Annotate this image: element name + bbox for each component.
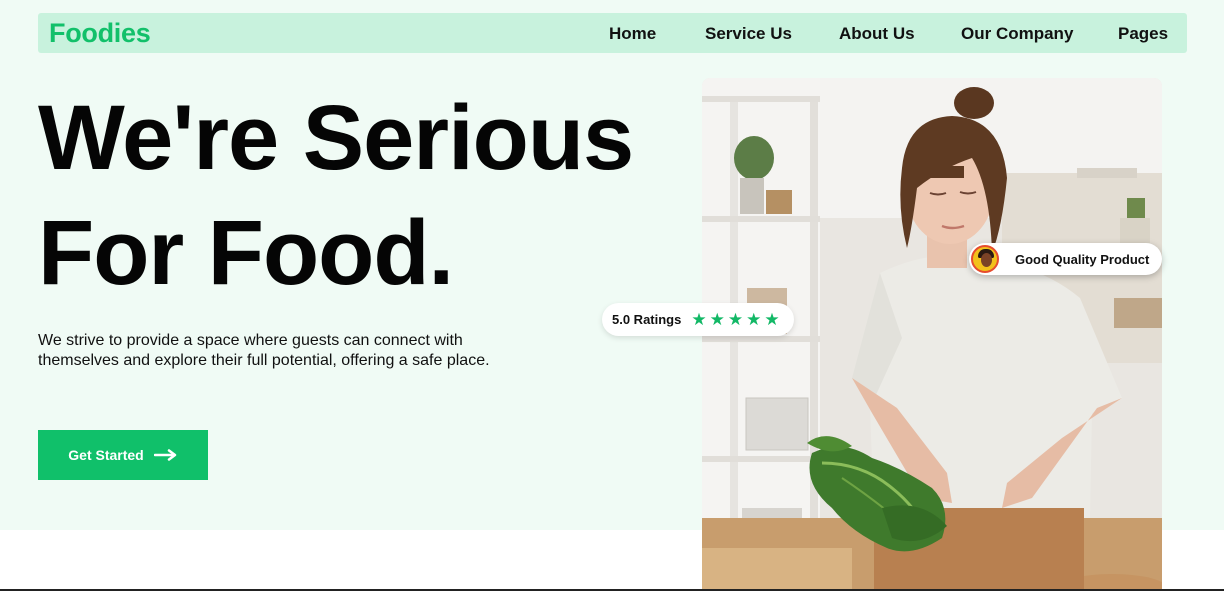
star-icon: ★	[764, 310, 780, 329]
get-started-button[interactable]: Get Started	[38, 430, 208, 480]
rating-label: 5.0 Ratings	[612, 312, 682, 327]
nav-item-home[interactable]: Home	[609, 24, 656, 44]
nav-item-service-us[interactable]: Service Us	[705, 24, 792, 44]
hero-headline-line2: For Food.	[38, 202, 454, 304]
avatar	[971, 245, 999, 273]
star-icon: ★	[709, 310, 725, 329]
rating-stars: ★ ★ ★ ★ ★	[691, 311, 779, 328]
star-icon: ★	[727, 310, 744, 329]
nav-item-our-company[interactable]: Our Company	[961, 24, 1073, 44]
logo[interactable]: Foodies	[49, 18, 151, 49]
navbar: Foodies Home Service Us About Us Our Com…	[38, 13, 1187, 53]
nav-item-pages[interactable]: Pages	[1118, 24, 1168, 44]
star-icon: ★	[691, 310, 707, 329]
arrow-right-icon	[153, 449, 176, 461]
star-icon: ★	[746, 310, 762, 329]
hero-headline-line1: We're Serious	[38, 87, 634, 189]
hero-description: We strive to provide a space where guest…	[38, 332, 490, 369]
nav-item-about-us[interactable]: About Us	[839, 24, 915, 44]
quality-label: Good Quality Product	[1015, 251, 1150, 267]
quality-badge: Good Quality Product	[969, 243, 1162, 275]
rating-badge: 5.0 Ratings ★ ★ ★ ★ ★	[602, 303, 794, 336]
get-started-label: Get Started	[68, 447, 144, 463]
